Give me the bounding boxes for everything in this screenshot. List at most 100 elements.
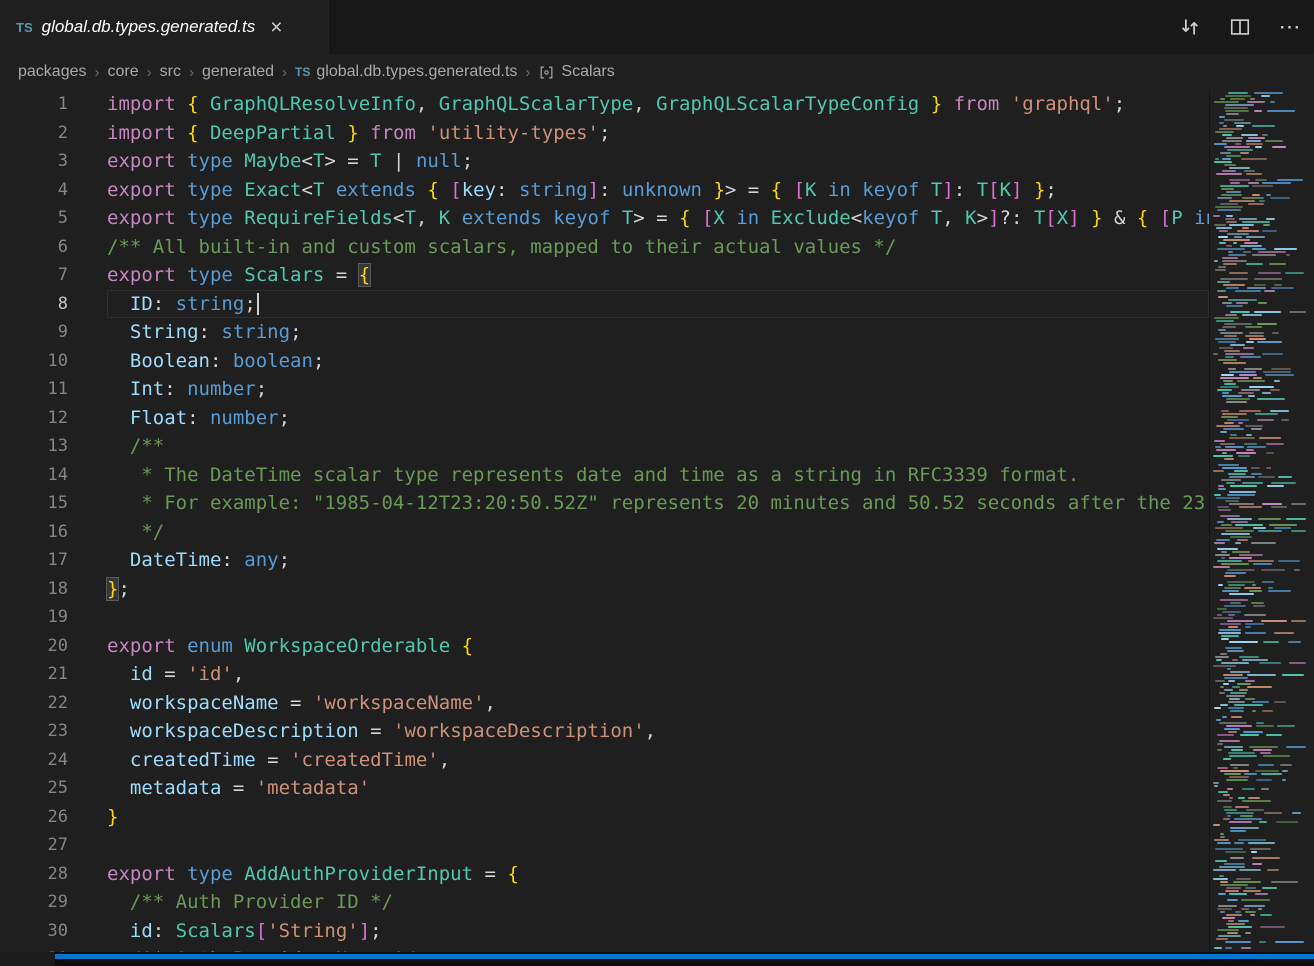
code-line-22[interactable]: workspaceName = 'workspaceName', — [107, 689, 1209, 718]
minimap-mark — [1227, 668, 1231, 670]
code-line-6[interactable]: /** All built-in and custom scalars, map… — [107, 233, 1209, 262]
line-number[interactable]: 18 — [0, 575, 95, 604]
minimap-mark — [1254, 92, 1283, 94]
code-token: = — [221, 777, 255, 799]
code-line-7[interactable]: export type Scalars = { — [107, 261, 1209, 290]
line-number[interactable]: 7 — [0, 261, 95, 290]
line-number[interactable]: 30 — [0, 917, 95, 946]
code-line-25[interactable]: metadata = 'metadata' — [107, 774, 1209, 803]
code-line-8[interactable]: ID: string; — [107, 290, 1209, 319]
code-line-16[interactable]: */ — [107, 518, 1209, 547]
minimap-mark — [1249, 746, 1278, 748]
code-line-14[interactable]: * The DateTime scalar type represents da… — [107, 461, 1209, 490]
minimap-mark — [1213, 617, 1233, 619]
code-line-3[interactable]: export type Maybe<T> = T | null; — [107, 147, 1209, 176]
minimap-mark — [1219, 866, 1245, 868]
code-line-24[interactable]: createdTime = 'createdTime', — [107, 746, 1209, 775]
code-line-1[interactable]: import { GraphQLResolveInfo, GraphQLScal… — [107, 90, 1209, 119]
code-line-11[interactable]: Int: number; — [107, 375, 1209, 404]
minimap-mark — [1227, 899, 1238, 901]
line-number[interactable]: 19 — [0, 603, 95, 632]
minimap-mark — [1244, 905, 1265, 907]
line-number[interactable]: 1 — [0, 90, 95, 119]
line-number[interactable]: 6 — [0, 233, 95, 262]
line-number[interactable]: 29 — [0, 888, 95, 917]
line-number[interactable]: 20 — [0, 632, 95, 661]
line-number[interactable]: 15 — [0, 489, 95, 518]
code-line-5[interactable]: export type RequireFields<T, K extends k… — [107, 204, 1209, 233]
chevron-right-icon: › — [146, 64, 153, 81]
minimap-mark — [1221, 416, 1238, 418]
line-number[interactable]: 23 — [0, 717, 95, 746]
minimap-mark — [1225, 95, 1251, 97]
line-number[interactable]: 16 — [0, 518, 95, 547]
minimap-mark — [1264, 812, 1282, 814]
minimap-mark — [1218, 341, 1236, 343]
line-number[interactable]: 21 — [0, 660, 95, 689]
code-line-30[interactable]: id: Scalars['String']; — [107, 917, 1209, 946]
code-line-15[interactable]: * For example: "1985-04-12T23:20:50.52Z"… — [107, 489, 1209, 518]
minimap-mark — [1228, 473, 1246, 475]
code-line-27[interactable] — [107, 831, 1209, 860]
line-number[interactable]: 27 — [0, 831, 95, 860]
line-number[interactable]: 13 — [0, 432, 95, 461]
line-number[interactable]: 22 — [0, 689, 95, 718]
minimap-mark — [1230, 764, 1249, 766]
code-line-13[interactable]: /** — [107, 432, 1209, 461]
code-line-9[interactable]: String: string; — [107, 318, 1209, 347]
code-line-23[interactable]: workspaceDescription = 'workspaceDescrip… — [107, 717, 1209, 746]
line-number[interactable]: 14 — [0, 461, 95, 490]
minimap-mark — [1227, 569, 1255, 571]
breadcrumb-item-filename[interactable]: global.db.types.generated.ts — [316, 63, 517, 81]
code-line-17[interactable]: DateTime: any; — [107, 546, 1209, 575]
minimap[interactable] — [1209, 90, 1314, 952]
code-line-28[interactable]: export type AddAuthProviderInput = { — [107, 860, 1209, 889]
open-changes-icon[interactable] — [1178, 15, 1202, 39]
gutter[interactable]: 1234567891011121314151617181920212223242… — [0, 90, 95, 952]
close-tab-icon[interactable]: × — [270, 17, 282, 38]
code-token: /** Auth Provider ID */ — [107, 891, 393, 913]
line-number[interactable]: 3 — [0, 147, 95, 176]
line-number[interactable]: 11 — [0, 375, 95, 404]
line-number[interactable]: 26 — [0, 803, 95, 832]
line-number[interactable]: 10 — [0, 347, 95, 376]
line-number[interactable]: 28 — [0, 860, 95, 889]
line-number[interactable]: 9 — [0, 318, 95, 347]
breadcrumb-item-generated[interactable]: generated — [202, 63, 274, 81]
code-line-10[interactable]: Boolean: boolean; — [107, 347, 1209, 376]
minimap-mark — [1226, 137, 1243, 139]
split-editor-icon[interactable] — [1228, 15, 1252, 39]
code-line-31[interactable]: /** Auth Provider Name */ — [107, 945, 1209, 952]
code-line-4[interactable]: export type Exact<T extends { [key: stri… — [107, 176, 1209, 205]
line-number[interactable]: 8 — [0, 290, 95, 319]
code-line-29[interactable]: /** Auth Provider ID */ — [107, 888, 1209, 917]
code-line-19[interactable] — [107, 603, 1209, 632]
line-number[interactable]: 25 — [0, 774, 95, 803]
minimap-mark — [1242, 482, 1263, 484]
minimap-mark — [1215, 848, 1243, 850]
minimap-mark — [1234, 818, 1262, 820]
breadcrumb-item-src[interactable]: src — [160, 63, 181, 81]
code-line-2[interactable]: import { DeepPartial } from 'utility-typ… — [107, 119, 1209, 148]
breadcrumb-item-core[interactable]: core — [108, 63, 139, 81]
line-number[interactable]: 31 — [0, 945, 95, 952]
minimap-mark — [1276, 821, 1298, 823]
breadcrumb-item-scalars[interactable]: Scalars — [561, 63, 614, 81]
line-number[interactable]: 12 — [0, 404, 95, 433]
code-line-26[interactable]: } — [107, 803, 1209, 832]
tab-global-db-types-generated[interactable]: TS global.db.types.generated.ts × — [0, 0, 331, 54]
code-line-18[interactable]: }; — [107, 575, 1209, 604]
code-area[interactable]: import { GraphQLResolveInfo, GraphQLScal… — [95, 90, 1209, 952]
line-number[interactable]: 17 — [0, 546, 95, 575]
breadcrumb-item-packages[interactable]: packages — [18, 63, 87, 81]
code-line-20[interactable]: export enum WorkspaceOrderable { — [107, 632, 1209, 661]
code-line-12[interactable]: Float: number; — [107, 404, 1209, 433]
line-number[interactable]: 5 — [0, 204, 95, 233]
code-token: { — [187, 122, 198, 144]
line-number[interactable]: 24 — [0, 746, 95, 775]
line-number[interactable]: 2 — [0, 119, 95, 148]
line-number[interactable]: 4 — [0, 176, 95, 205]
code-line-21[interactable]: id = 'id', — [107, 660, 1209, 689]
more-actions-icon[interactable]: ⋯ — [1278, 15, 1302, 39]
minimap-mark — [1219, 629, 1241, 631]
